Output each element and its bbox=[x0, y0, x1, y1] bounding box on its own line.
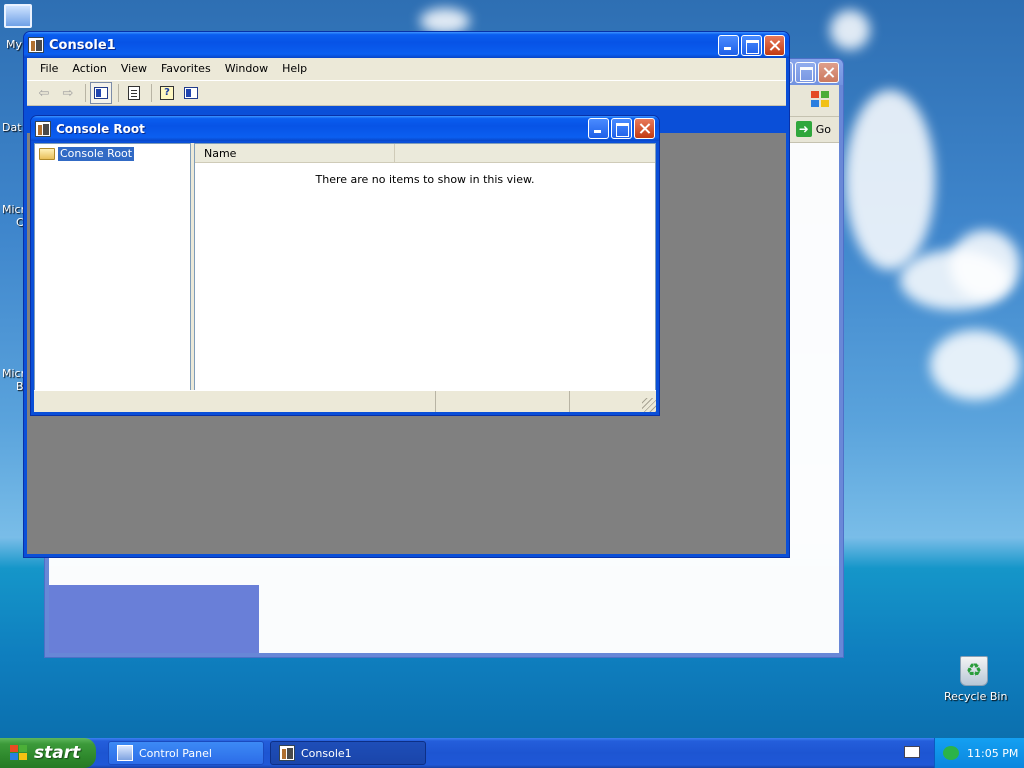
mmc-app-icon bbox=[279, 745, 295, 761]
result-list-pane[interactable]: Name There are no items to show in this … bbox=[194, 143, 656, 391]
menu-file[interactable]: File bbox=[33, 58, 65, 80]
help-icon[interactable]: ? bbox=[156, 82, 178, 104]
go-arrow-icon: ➜ bbox=[795, 121, 812, 137]
clock[interactable]: 11:05 PM bbox=[967, 747, 1018, 760]
menu-help[interactable]: Help bbox=[275, 58, 314, 80]
back-icon[interactable]: ⇦ bbox=[33, 82, 55, 104]
status-cell bbox=[34, 391, 436, 412]
computer-icon bbox=[4, 4, 32, 28]
taskbar-item-console1[interactable]: Console1 bbox=[270, 741, 426, 765]
tree-item-console-root[interactable]: Console Root bbox=[39, 147, 135, 161]
maximize-button[interactable] bbox=[741, 34, 762, 56]
keyboard-icon[interactable] bbox=[904, 746, 920, 758]
desktop-icon-label[interactable]: Dat bbox=[2, 121, 22, 134]
console-root-body: Console Root Name There are no items to … bbox=[34, 143, 656, 412]
close-button[interactable] bbox=[634, 118, 655, 139]
control-panel-task-pane bbox=[49, 585, 259, 653]
standard-toolbar: ⇦ ⇨ ? bbox=[27, 80, 786, 106]
network-icon[interactable] bbox=[943, 746, 959, 760]
system-tray: 11:05 PM bbox=[934, 738, 1024, 768]
taskbar: start Control Panel Console1 11:05 PM bbox=[0, 738, 1024, 768]
windows-logo-icon bbox=[811, 91, 831, 109]
console-root-titlebar[interactable]: Console Root bbox=[31, 116, 659, 141]
window-title: Console1 bbox=[49, 37, 116, 53]
column-header-empty bbox=[395, 144, 655, 162]
mmc-app-icon bbox=[28, 37, 44, 53]
recycle-bin-icon bbox=[960, 656, 988, 686]
empty-list-message: There are no items to show in this view. bbox=[315, 173, 535, 186]
menu-favorites[interactable]: Favorites bbox=[154, 58, 218, 80]
show-hide-action-pane-icon[interactable] bbox=[180, 82, 202, 104]
export-list-icon[interactable] bbox=[123, 82, 145, 104]
toolbar-separator bbox=[151, 84, 152, 102]
console-root-window[interactable]: Console Root Console Root Name There are… bbox=[30, 115, 660, 416]
list-header: Name bbox=[195, 144, 655, 163]
menu-window[interactable]: Window bbox=[218, 58, 275, 80]
minimize-button[interactable] bbox=[588, 118, 609, 139]
control-panel-icon bbox=[117, 745, 133, 761]
mmc-app-icon bbox=[35, 120, 51, 137]
forward-icon[interactable]: ⇨ bbox=[57, 82, 79, 104]
taskbar-item-label: Control Panel bbox=[139, 746, 212, 760]
maximize-button[interactable] bbox=[795, 61, 816, 83]
desktop-icon-label[interactable]: My bbox=[6, 38, 22, 51]
status-cell bbox=[436, 391, 570, 412]
folder-icon bbox=[39, 148, 55, 160]
maximize-button[interactable] bbox=[611, 118, 632, 139]
status-bar bbox=[34, 390, 656, 412]
taskbar-item-label: Console1 bbox=[301, 746, 352, 760]
go-label: Go bbox=[815, 122, 831, 136]
minimize-button[interactable] bbox=[718, 34, 739, 56]
console1-titlebar[interactable]: Console1 bbox=[24, 32, 789, 58]
toolbar-separator bbox=[85, 84, 86, 102]
close-button[interactable] bbox=[818, 61, 839, 83]
resize-grip-icon[interactable] bbox=[642, 398, 656, 412]
go-button[interactable]: ➜ Go bbox=[795, 121, 831, 137]
recycle-bin-label: Recycle Bin bbox=[944, 690, 1008, 703]
taskbar-item-control-panel[interactable]: Control Panel bbox=[108, 741, 264, 765]
start-button[interactable]: start bbox=[0, 738, 96, 768]
tree-item-label: Console Root bbox=[58, 147, 135, 161]
menu-action[interactable]: Action bbox=[65, 58, 113, 80]
menu-bar: File Action View Favorites Window Help bbox=[27, 58, 786, 80]
show-hide-tree-icon[interactable] bbox=[90, 82, 112, 104]
toolbar-separator bbox=[118, 84, 119, 102]
recycle-bin-desktop-icon[interactable]: Recycle Bin bbox=[944, 656, 1008, 703]
windows-flag-icon bbox=[10, 745, 28, 761]
start-label: start bbox=[34, 743, 81, 763]
menu-view[interactable]: View bbox=[114, 58, 154, 80]
scope-tree-pane[interactable]: Console Root bbox=[34, 143, 191, 391]
close-button[interactable] bbox=[764, 34, 785, 56]
column-header-name[interactable]: Name bbox=[195, 144, 395, 162]
window-title: Console Root bbox=[56, 121, 145, 136]
